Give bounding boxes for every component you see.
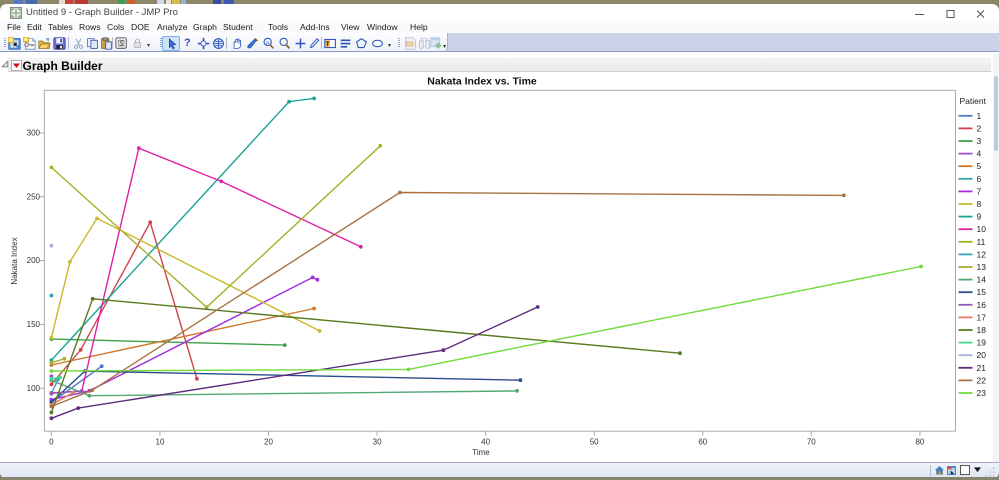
svg-text:20: 20 bbox=[977, 350, 987, 360]
svg-text:Patient: Patient bbox=[960, 96, 987, 106]
svg-text:16: 16 bbox=[977, 300, 987, 310]
svg-text:13: 13 bbox=[977, 262, 987, 272]
svg-text:6: 6 bbox=[977, 174, 982, 184]
svg-text:12: 12 bbox=[977, 249, 987, 259]
svg-text:250: 250 bbox=[27, 192, 41, 201]
svg-text:7: 7 bbox=[977, 186, 982, 196]
svg-text:60: 60 bbox=[698, 438, 707, 447]
svg-text:70: 70 bbox=[807, 438, 816, 447]
svg-text:Nakata Index vs. Time: Nakata Index vs. Time bbox=[427, 76, 537, 88]
svg-text:ρ: ρ bbox=[266, 39, 269, 45]
svg-text:17: 17 bbox=[977, 312, 987, 322]
svg-text:9: 9 bbox=[977, 212, 982, 222]
svg-text:0: 0 bbox=[49, 438, 54, 447]
svg-text:3: 3 bbox=[977, 136, 982, 146]
svg-text:150: 150 bbox=[27, 320, 41, 329]
svg-text:T: T bbox=[326, 40, 330, 47]
svg-text:22: 22 bbox=[977, 375, 987, 385]
svg-text:11: 11 bbox=[977, 237, 986, 247]
svg-text:Time: Time bbox=[472, 448, 490, 457]
svg-text:14: 14 bbox=[977, 275, 987, 285]
svg-text:15: 15 bbox=[977, 287, 987, 297]
svg-text:80: 80 bbox=[915, 438, 924, 447]
svg-text:10: 10 bbox=[156, 438, 165, 447]
svg-text:100: 100 bbox=[27, 384, 41, 393]
svg-text:20: 20 bbox=[264, 438, 273, 447]
svg-text:2: 2 bbox=[977, 123, 982, 133]
svg-text:23: 23 bbox=[977, 388, 987, 398]
svg-text:10: 10 bbox=[977, 224, 987, 234]
svg-text:Nakata Index: Nakata Index bbox=[10, 237, 19, 284]
svg-text:50: 50 bbox=[590, 438, 599, 447]
svg-text:8: 8 bbox=[977, 199, 982, 209]
svg-text:4: 4 bbox=[977, 149, 982, 159]
svg-text:18: 18 bbox=[977, 325, 987, 335]
svg-text:21: 21 bbox=[977, 363, 987, 373]
svg-text:200: 200 bbox=[27, 256, 41, 265]
svg-text:19: 19 bbox=[977, 338, 987, 348]
svg-text:1: 1 bbox=[977, 111, 982, 121]
svg-text:300: 300 bbox=[27, 129, 41, 138]
svg-text:5: 5 bbox=[977, 161, 982, 171]
svg-text:40: 40 bbox=[481, 438, 490, 447]
svg-text:30: 30 bbox=[373, 438, 382, 447]
